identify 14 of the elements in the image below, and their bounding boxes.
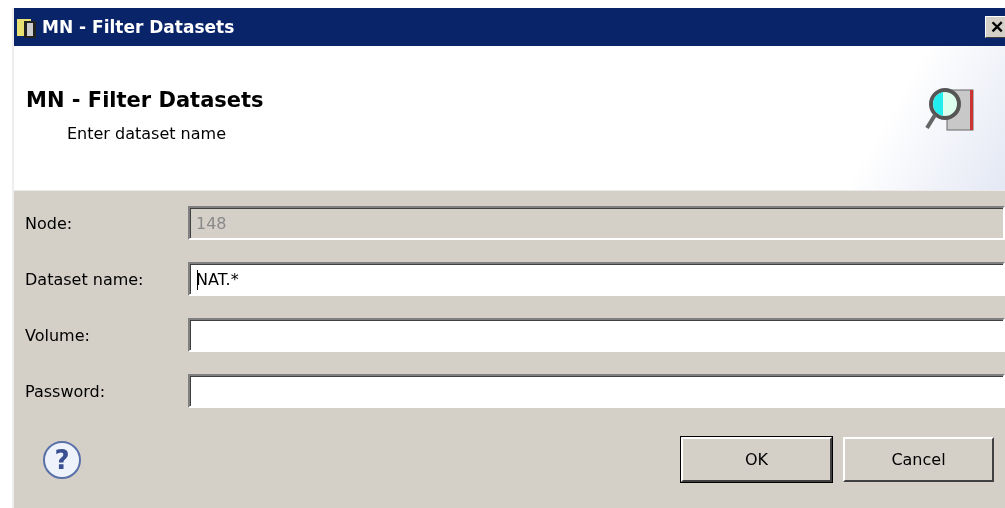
dialog-subtitle: Enter dataset name — [67, 124, 227, 143]
help-icon[interactable]: ? — [42, 439, 82, 480]
field-label: Password: — [24, 381, 107, 401]
cancel-button[interactable]: Cancel — [843, 437, 994, 482]
input-field[interactable] — [188, 374, 1005, 408]
input-field[interactable] — [188, 318, 1005, 352]
ok-button[interactable]: OK — [681, 437, 832, 482]
field-label: Volume: — [24, 325, 91, 345]
close-button[interactable]: ✕ — [985, 16, 1005, 38]
dialog-heading: MN - Filter Datasets — [26, 88, 265, 112]
field-label: Node: — [24, 213, 74, 233]
field-label: Dataset name: — [24, 269, 145, 289]
input-field[interactable]: NAT.* — [188, 262, 1005, 296]
window-title: MN - Filter Datasets — [42, 17, 236, 37]
